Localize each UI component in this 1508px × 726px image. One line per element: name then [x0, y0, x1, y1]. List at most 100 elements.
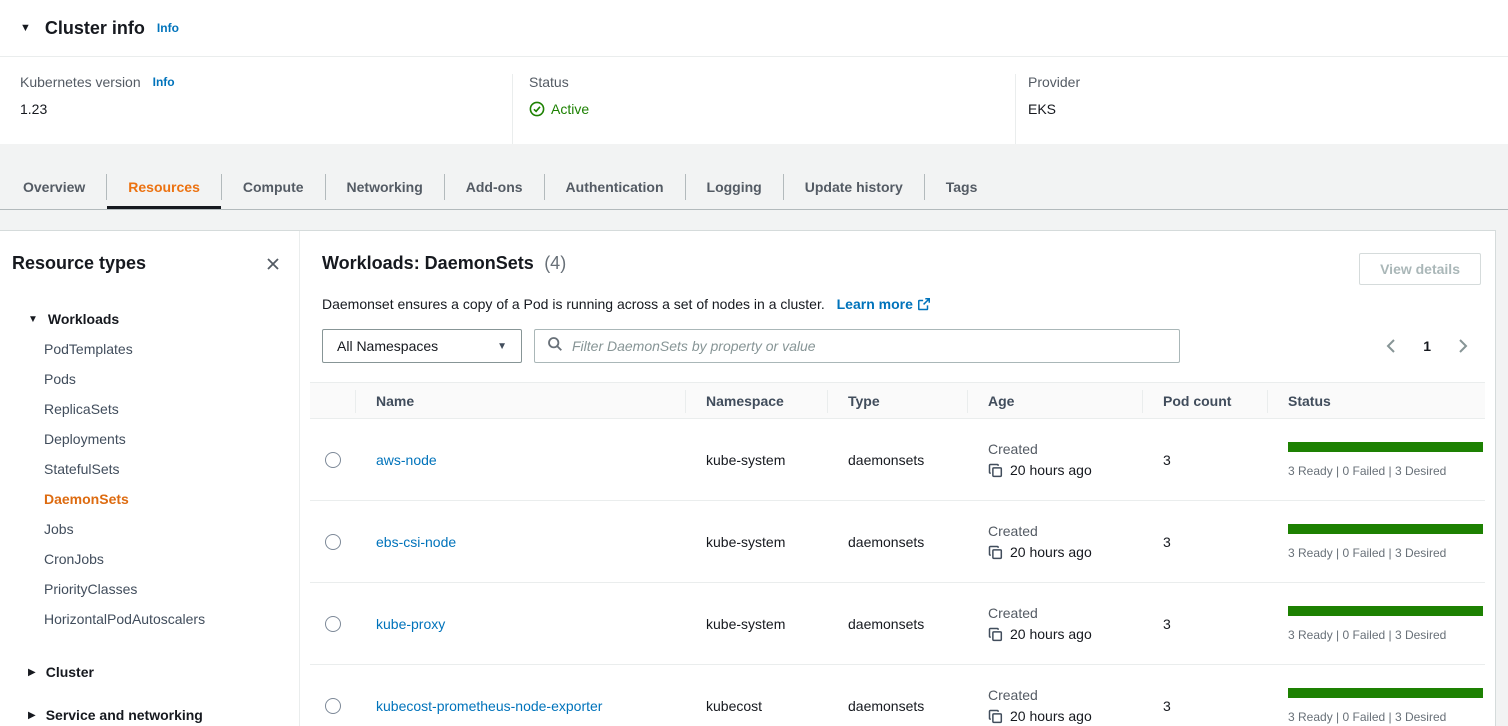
pod-count-cell: 3 — [1143, 534, 1268, 550]
sidebar-group-service-and-networking[interactable]: ▶ Service and networking — [12, 700, 283, 726]
pod-count-cell: 3 — [1143, 452, 1268, 468]
resource-tree: ▼ Workloads PodTemplates Pods ReplicaSet… — [12, 304, 283, 726]
cluster-info-fields: Kubernetes version Info 1.23 Status Acti… — [0, 57, 1508, 144]
status-text: 3 Ready | 0 Failed | 3 Desired — [1288, 546, 1473, 560]
sidebar-item-priorityclasses[interactable]: PriorityClasses — [12, 574, 283, 604]
kubernetes-version-info-link[interactable]: Info — [153, 75, 175, 89]
kubernetes-version-value: 1.23 — [20, 101, 512, 117]
cluster-tabs: Overview Resources Compute Networking Ad… — [0, 165, 1508, 210]
column-header-status[interactable]: Status — [1268, 383, 1485, 418]
pagination: 1 — [1385, 338, 1485, 354]
sidebar-item-cronjobs[interactable]: CronJobs — [12, 544, 283, 574]
tab-resources[interactable]: Resources — [107, 165, 221, 209]
tab-authentication[interactable]: Authentication — [545, 165, 685, 209]
tab-compute[interactable]: Compute — [222, 165, 325, 209]
age-label: Created — [988, 441, 1143, 457]
view-details-button[interactable]: View details — [1359, 253, 1481, 285]
sidebar-group-label: Service and networking — [46, 707, 203, 723]
collapse-caret-icon[interactable]: ▼ — [20, 22, 31, 34]
status-progress-bar — [1288, 524, 1483, 534]
namespace-select-value: All Namespaces — [337, 338, 438, 354]
filter-row: All Namespaces ▼ 1 — [310, 329, 1485, 363]
field-kubernetes-version: Kubernetes version Info 1.23 — [0, 74, 512, 144]
page-title: Cluster info — [45, 18, 145, 39]
previous-page-button[interactable] — [1385, 338, 1396, 354]
daemonset-name-link[interactable]: ebs-csi-node — [376, 534, 456, 550]
check-circle-icon — [529, 101, 545, 117]
sidebar-item-pods[interactable]: Pods — [12, 364, 283, 394]
age-cell: Created 20 hours ago — [968, 523, 1143, 560]
search-input[interactable] — [572, 338, 1167, 354]
namespace-cell: kube-system — [686, 616, 828, 632]
status-text: 3 Ready | 0 Failed | 3 Desired — [1288, 628, 1473, 642]
age-label: Created — [988, 523, 1143, 539]
column-header-namespace[interactable]: Namespace — [686, 383, 828, 418]
row-select-radio[interactable] — [325, 698, 341, 714]
copy-icon[interactable] — [988, 463, 1003, 478]
table-row: kubecost-prometheus-node-exporter kubeco… — [310, 665, 1485, 726]
row-select-radio[interactable] — [325, 452, 341, 468]
row-select-radio[interactable] — [325, 534, 341, 550]
resources-panel: Resource types ▼ Workloads PodTemplates … — [0, 230, 1496, 726]
age-cell: Created 20 hours ago — [968, 441, 1143, 478]
sidebar-item-replicasets[interactable]: ReplicaSets — [12, 394, 283, 424]
close-icon[interactable] — [263, 254, 283, 274]
namespace-select[interactable]: All Namespaces ▼ — [322, 329, 522, 363]
status-cell: 3 Ready | 0 Failed | 3 Desired — [1268, 606, 1485, 642]
daemonsets-table: Name Namespace Type Age Pod count Status… — [310, 382, 1485, 726]
status-badge: Active — [529, 101, 1015, 117]
daemonset-name-link[interactable]: kubecost-prometheus-node-exporter — [376, 698, 602, 714]
tab-networking[interactable]: Networking — [326, 165, 444, 209]
sidebar-title: Resource types — [12, 253, 146, 274]
caret-right-icon: ▶ — [28, 667, 36, 678]
field-provider: Provider EKS — [1015, 74, 1508, 144]
external-link-icon — [917, 297, 931, 314]
sidebar-item-daemonsets[interactable]: DaemonSets — [12, 484, 283, 514]
daemonset-name-link[interactable]: aws-node — [376, 452, 437, 468]
table-row: ebs-csi-node kube-system daemonsets Crea… — [310, 501, 1485, 583]
sidebar-item-deployments[interactable]: Deployments — [12, 424, 283, 454]
status-progress-bar — [1288, 688, 1483, 698]
cluster-info-info-link[interactable]: Info — [157, 21, 179, 35]
type-cell: daemonsets — [828, 698, 968, 714]
age-cell: Created 20 hours ago — [968, 605, 1143, 642]
daemonset-name-link[interactable]: kube-proxy — [376, 616, 445, 632]
status-text: 3 Ready | 0 Failed | 3 Desired — [1288, 464, 1473, 478]
sidebar-item-podtemplates[interactable]: PodTemplates — [12, 334, 283, 364]
panel-heading: Workloads: DaemonSets (4) — [322, 253, 566, 274]
copy-icon[interactable] — [988, 709, 1003, 724]
namespace-cell: kubecost — [686, 698, 828, 714]
column-header-type[interactable]: Type — [828, 383, 968, 418]
age-value: 20 hours ago — [1010, 462, 1092, 478]
tab-tags[interactable]: Tags — [925, 165, 999, 209]
row-select-radio[interactable] — [325, 616, 341, 632]
caret-down-icon: ▼ — [28, 314, 38, 325]
age-label: Created — [988, 687, 1143, 703]
column-header-name[interactable]: Name — [356, 383, 686, 418]
sidebar-group-cluster[interactable]: ▶ Cluster — [12, 657, 283, 687]
table-row: kube-proxy kube-system daemonsets Create… — [310, 583, 1485, 665]
caret-right-icon: ▶ — [28, 710, 36, 721]
sidebar-group-workloads[interactable]: ▼ Workloads — [12, 304, 283, 334]
copy-icon[interactable] — [988, 545, 1003, 560]
tab-add-ons[interactable]: Add-ons — [445, 165, 544, 209]
type-cell: daemonsets — [828, 452, 968, 468]
status-value: Active — [551, 101, 589, 117]
sidebar-item-jobs[interactable]: Jobs — [12, 514, 283, 544]
column-header-pod-count[interactable]: Pod count — [1143, 383, 1268, 418]
tab-update-history[interactable]: Update history — [784, 165, 924, 209]
learn-more-link[interactable]: Learn more — [837, 296, 931, 312]
daemonsets-content: Workloads: DaemonSets (4) View details D… — [300, 231, 1495, 726]
sidebar-item-horizontalpodautoscalers[interactable]: HorizontalPodAutoscalers — [12, 604, 283, 634]
current-page[interactable]: 1 — [1423, 338, 1431, 354]
copy-icon[interactable] — [988, 627, 1003, 642]
column-header-age[interactable]: Age — [968, 383, 1143, 418]
tab-overview[interactable]: Overview — [2, 165, 106, 209]
select-column-header — [310, 383, 356, 418]
status-text: 3 Ready | 0 Failed | 3 Desired — [1288, 710, 1473, 724]
sidebar-item-statefulsets[interactable]: StatefulSets — [12, 454, 283, 484]
status-cell: 3 Ready | 0 Failed | 3 Desired — [1268, 688, 1485, 724]
pod-count-cell: 3 — [1143, 616, 1268, 632]
tab-logging[interactable]: Logging — [686, 165, 783, 209]
next-page-button[interactable] — [1458, 338, 1469, 354]
